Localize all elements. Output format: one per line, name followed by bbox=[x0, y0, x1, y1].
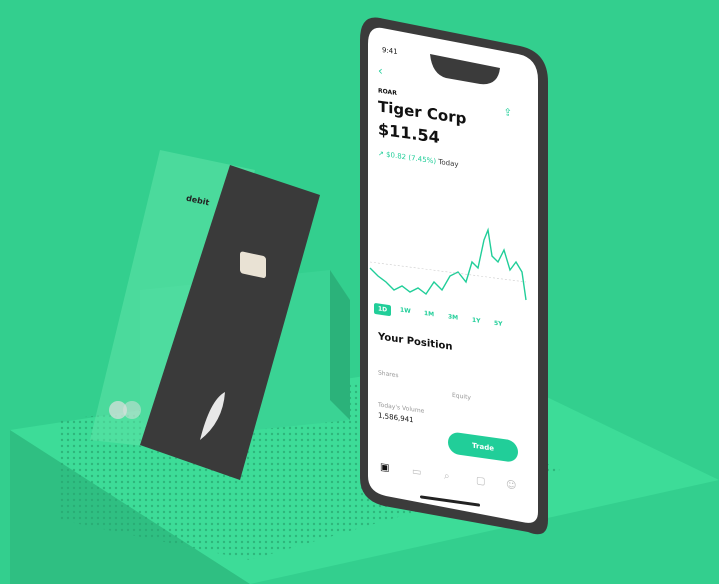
home-indicator bbox=[420, 495, 480, 507]
range-1d[interactable]: 1D bbox=[374, 302, 392, 317]
range-1y[interactable]: 1Y bbox=[472, 317, 481, 325]
tab-bar: ▣ ▭ ⌕ ▢ ☺ bbox=[374, 461, 524, 496]
price-change: ↗ $0.82 (7.45%) Today bbox=[378, 149, 459, 168]
range-1w[interactable]: 1W bbox=[400, 306, 411, 315]
status-time: 9:41 bbox=[382, 45, 398, 57]
section-title: Your Position bbox=[378, 331, 453, 353]
price-change-value: ↗ $0.82 (7.45%) bbox=[378, 149, 437, 166]
range-3m[interactable]: 3M bbox=[448, 313, 458, 321]
range-5y[interactable]: 5Y bbox=[494, 320, 503, 328]
trade-button[interactable]: Trade bbox=[448, 431, 518, 464]
shares-label: Shares bbox=[378, 369, 399, 380]
stock-price: $11.54 bbox=[378, 119, 440, 148]
range-1m[interactable]: 1M bbox=[424, 310, 434, 318]
back-arrow-icon[interactable]: ‹ bbox=[378, 63, 383, 78]
chart-icon[interactable]: ▣ bbox=[380, 462, 389, 474]
equity-label: Equity bbox=[452, 391, 471, 402]
briefcase-icon[interactable]: ▭ bbox=[412, 466, 421, 478]
phone-screen: 9:41 ‹ ⇪ ROAR Tiger Corp $11.54 ↗ $0.82 … bbox=[368, 40, 530, 543]
share-icon[interactable]: ⇪ bbox=[504, 107, 512, 119]
volume-value: 1,586,941 bbox=[378, 411, 414, 425]
range-selector: 1D 1W 1M 3M 1Y 5Y bbox=[374, 302, 514, 337]
scene bbox=[10, 17, 719, 584]
ticker-symbol: ROAR bbox=[378, 87, 397, 98]
chat-icon[interactable]: ▢ bbox=[476, 475, 485, 487]
search-icon[interactable]: ⌕ bbox=[444, 471, 450, 483]
person-icon[interactable]: ☺ bbox=[506, 479, 516, 491]
price-change-period: Today bbox=[438, 157, 459, 169]
